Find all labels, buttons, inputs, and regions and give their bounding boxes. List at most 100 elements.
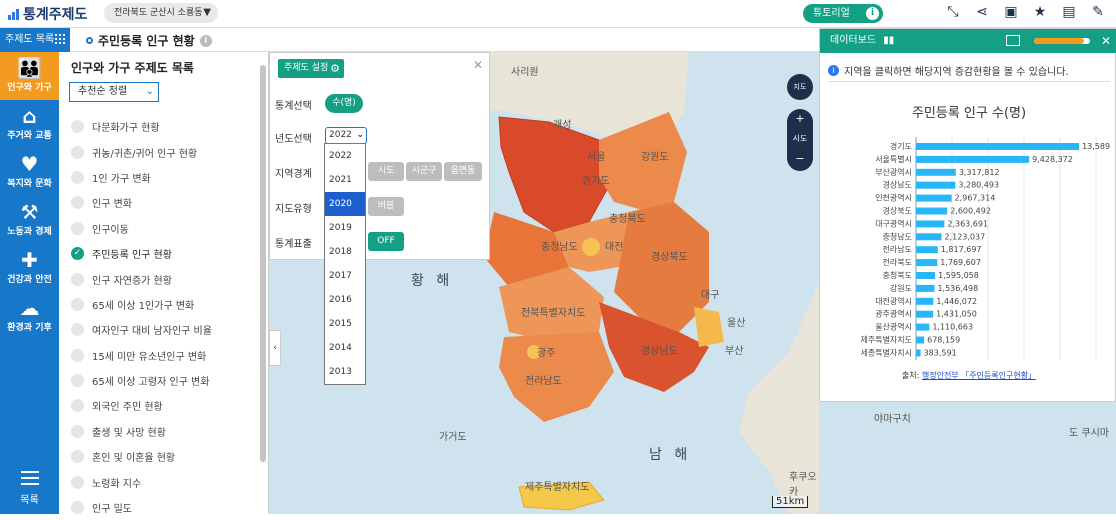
list-item[interactable]: 15세 미만 유소년인구 변화 xyxy=(59,343,255,368)
zoom-in-button[interactable]: + xyxy=(787,109,813,129)
chart-bar[interactable] xyxy=(916,220,945,228)
list-item[interactable]: 인구이동 xyxy=(59,216,255,241)
chart-bar[interactable] xyxy=(916,168,956,176)
chart-bar[interactable] xyxy=(916,336,925,344)
map-layer-button[interactable]: 지도 xyxy=(787,74,813,100)
chart-bar[interactable] xyxy=(916,349,921,357)
chart-bar[interactable] xyxy=(916,155,1030,163)
chart-value-label: 13,589,432 xyxy=(1082,142,1110,151)
sidebar-item-welfare[interactable]: ♥ 복지와 문화 xyxy=(0,148,59,196)
zoom-out-button[interactable]: − xyxy=(787,149,813,169)
settings-title-button[interactable]: 주제도 설정 ⚙ xyxy=(278,59,344,78)
list-item[interactable]: 다문화가구 현황 xyxy=(59,114,255,139)
image-icon[interactable]: ▣ xyxy=(1003,4,1019,20)
tutorial-button[interactable]: 튜토리얼 i xyxy=(803,4,883,23)
list-item-label: 여자인구 대비 남자인구 비율 xyxy=(92,326,212,338)
sidebar-item-housing[interactable]: ⌂ 주거와 교통 xyxy=(0,100,59,148)
star-icon[interactable]: ★ xyxy=(1032,4,1048,20)
list-item[interactable]: 65세 이상 1인가구 변화 xyxy=(59,292,255,317)
settings-title: 주제도 설정 xyxy=(284,63,329,73)
category-sidebar: 👪 인구와 가구 ⌂ 주거와 교통 ♥ 복지와 문화 ⚒ 노동과 경제 ✚ 건강… xyxy=(0,52,59,514)
housing-icon: ⌂ xyxy=(22,104,37,128)
year-option[interactable]: 2020 xyxy=(325,192,365,216)
compress-icon[interactable]: ⤡ xyxy=(945,4,961,20)
map-type-bubble[interactable]: 버블 xyxy=(368,197,404,216)
chart-value-label: 2,967,314 xyxy=(955,194,996,203)
radio-icon xyxy=(71,120,84,134)
list-item[interactable]: 혼인 및 이혼율 현황 xyxy=(59,444,255,469)
year-option[interactable]: 2022 xyxy=(325,144,365,168)
chart-bar[interactable] xyxy=(916,246,938,254)
chart-bar[interactable] xyxy=(916,259,938,267)
opacity-slider[interactable] xyxy=(1034,38,1090,44)
collapse-panel-button[interactable]: ‹ xyxy=(269,330,281,366)
chart-bar[interactable] xyxy=(916,143,1080,150)
stat-display-toggle[interactable]: OFF xyxy=(368,232,404,251)
list-item[interactable]: 귀농/귀촌/귀어 인구 현황 xyxy=(59,139,255,164)
list-item[interactable]: 1인 가구 변화 xyxy=(59,165,255,190)
list-item[interactable]: 노령화 지수 xyxy=(59,469,255,494)
map-type-label: 지도유형 xyxy=(275,204,312,215)
chart-bar[interactable] xyxy=(916,272,936,279)
list-item-label: 노령화 지수 xyxy=(92,478,142,490)
region-select[interactable]: 전라북도 군산시 소룡동 ▼ xyxy=(104,3,218,23)
region-option-eupmyeondong[interactable]: 읍면동 xyxy=(444,162,482,181)
sidebar-item-health[interactable]: ✚ 건강과 안전 xyxy=(0,244,59,292)
theme-list-button[interactable]: 주제도 목록 xyxy=(0,28,70,52)
year-option[interactable]: 2021 xyxy=(325,168,365,192)
sidebar-item-population[interactable]: 👪 인구와 가구 xyxy=(0,52,59,100)
list-item[interactable]: 출생 및 사망 현황 xyxy=(59,419,255,444)
list-item[interactable]: 여자인구 대비 남자인구 비율 xyxy=(59,317,255,342)
year-option[interactable]: 2019 xyxy=(325,216,365,240)
share-icon[interactable]: ⋖ xyxy=(974,4,990,20)
source-link[interactable]: 행정안전부 「주민등록인구현황」 xyxy=(922,371,1036,380)
chart-bar[interactable] xyxy=(916,284,935,292)
edit-icon[interactable]: ✎ xyxy=(1090,4,1106,20)
list-item[interactable]: 외국인 주민 현황 xyxy=(59,393,255,418)
year-option[interactable]: 2017 xyxy=(325,264,365,288)
chart-value-label: 1,446,072 xyxy=(936,297,977,306)
list-item[interactable]: 65세 이상 고령자 인구 변화 xyxy=(59,368,255,393)
stat-button[interactable]: 수(명) xyxy=(325,94,363,113)
year-option[interactable]: 2015 xyxy=(325,312,365,336)
zoom-control: + 시도 − xyxy=(787,109,813,171)
stat-display-label: 통계표출 xyxy=(275,239,312,250)
chart-category-label: 경상남도 xyxy=(883,180,912,190)
sort-select[interactable]: 추천순 정렬 ⌄ xyxy=(69,82,159,102)
list-scrollbar[interactable] xyxy=(260,65,266,462)
year-option[interactable]: 2013 xyxy=(325,360,365,384)
region-option-sido[interactable]: 시도 xyxy=(368,162,404,181)
list-item[interactable]: 인구 변화 xyxy=(59,190,255,215)
grid-icon xyxy=(54,33,65,44)
chart-bar[interactable] xyxy=(916,194,952,202)
app-logo[interactable]: 통계주제도 xyxy=(8,4,87,24)
year-option[interactable]: 2016 xyxy=(325,288,365,312)
map-area-right[interactable]: 야마구치 도 쿠시마 xyxy=(819,402,1116,514)
close-icon[interactable]: ✕ xyxy=(1101,29,1111,53)
year-select[interactable]: 2022 ⌄ xyxy=(325,127,367,144)
chart-category-label: 강원도 xyxy=(890,283,912,293)
chart-bar[interactable] xyxy=(916,323,930,331)
chart-bar[interactable] xyxy=(916,297,934,305)
year-option[interactable]: 2018 xyxy=(325,240,365,264)
year-option[interactable]: 2014 xyxy=(325,336,365,360)
list-item[interactable]: 인구 자연증가 현황 xyxy=(59,266,255,291)
chevron-down-icon: ▼ xyxy=(203,7,211,18)
chart-category-label: 전라남도 xyxy=(883,244,912,254)
map-label-busan: 부산 xyxy=(725,346,744,357)
chart-bar[interactable] xyxy=(916,207,948,215)
sidebar-item-labor[interactable]: ⚒ 노동과 경제 xyxy=(0,196,59,244)
info-icon[interactable]: i xyxy=(199,34,212,47)
report-icon[interactable]: ▤ xyxy=(1061,4,1077,20)
close-icon[interactable]: ✕ xyxy=(473,58,483,72)
sidebar-item-environment[interactable]: ☁ 환경과 기후 xyxy=(0,292,59,340)
list-item[interactable]: ✓ 주민등록 인구 현황 xyxy=(59,241,255,266)
image-icon[interactable] xyxy=(1006,35,1020,46)
region-option-sigungu[interactable]: 시군구 xyxy=(406,162,442,181)
year-label: 년도선택 xyxy=(275,134,312,145)
chart-bar[interactable] xyxy=(916,233,942,241)
chart-bar[interactable] xyxy=(916,310,934,318)
chart-bar[interactable] xyxy=(916,181,956,189)
list-item[interactable]: 인구 밀도 xyxy=(59,495,255,520)
sidebar-menu-button[interactable]: 목록 xyxy=(0,471,59,506)
